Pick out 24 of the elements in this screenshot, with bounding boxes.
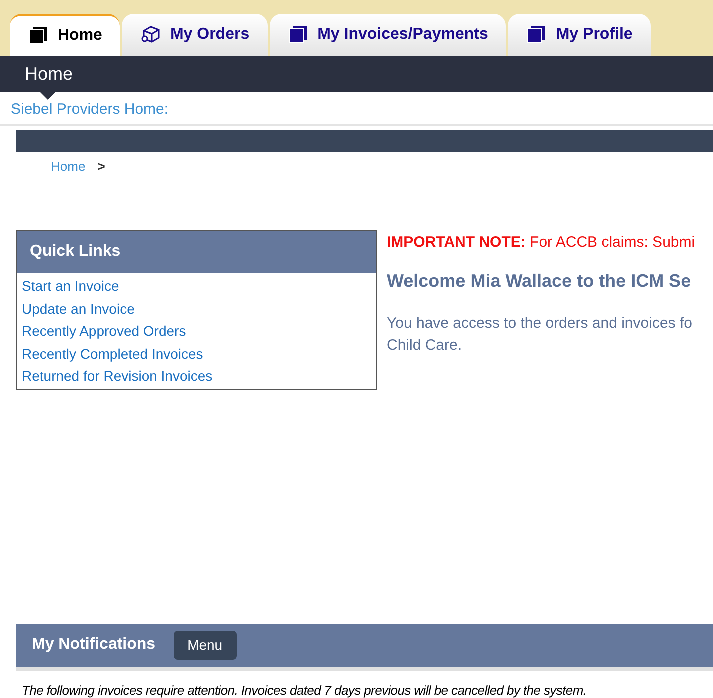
- page-title: Home: [25, 62, 74, 86]
- breadcrumb-link[interactable]: Home: [51, 157, 86, 177]
- quick-link[interactable]: Update an Invoice: [22, 298, 135, 320]
- box-icon: [140, 25, 162, 45]
- panel-title: Quick Links: [30, 242, 121, 262]
- square-icon: [28, 26, 48, 46]
- quick-link[interactable]: Recently Completed Invoices: [22, 342, 204, 365]
- notifications-title: My Notifications: [32, 635, 156, 655]
- notification-message: The following invoices require attention. Invoices dated 7 days previous will be cancelled by the system.: [22, 682, 587, 698]
- quick-link[interactable]: Recently Approved Orders: [22, 320, 186, 342]
- quick-link[interactable]: Start an Invoice: [22, 275, 120, 298]
- nav-tab[interactable]: My Invoices/Payments: [270, 14, 506, 56]
- welcome-heading: Welcome Mia Wallace to the ICM Se: [387, 270, 692, 293]
- square-icon: [288, 25, 308, 45]
- nav-tab[interactable]: My Profile: [508, 14, 651, 56]
- page-subtitle: Siebel Providers Home:: [11, 100, 169, 120]
- nav-tab[interactable]: My Orders: [122, 14, 268, 56]
- access-text: You have access to the orders and invoices fo Child Care.: [387, 314, 694, 356]
- menu-button[interactable]: Menu: [174, 630, 237, 660]
- breadcrumb-separator: >: [98, 158, 106, 176]
- square-icon: [526, 25, 546, 45]
- nav-tab[interactable]: Home: [10, 14, 120, 56]
- important-note: IMPORTANT NOTE: For ACCB claims: Submi: [387, 233, 696, 253]
- quick-link[interactable]: Returned for Revision Invoices: [22, 365, 213, 388]
